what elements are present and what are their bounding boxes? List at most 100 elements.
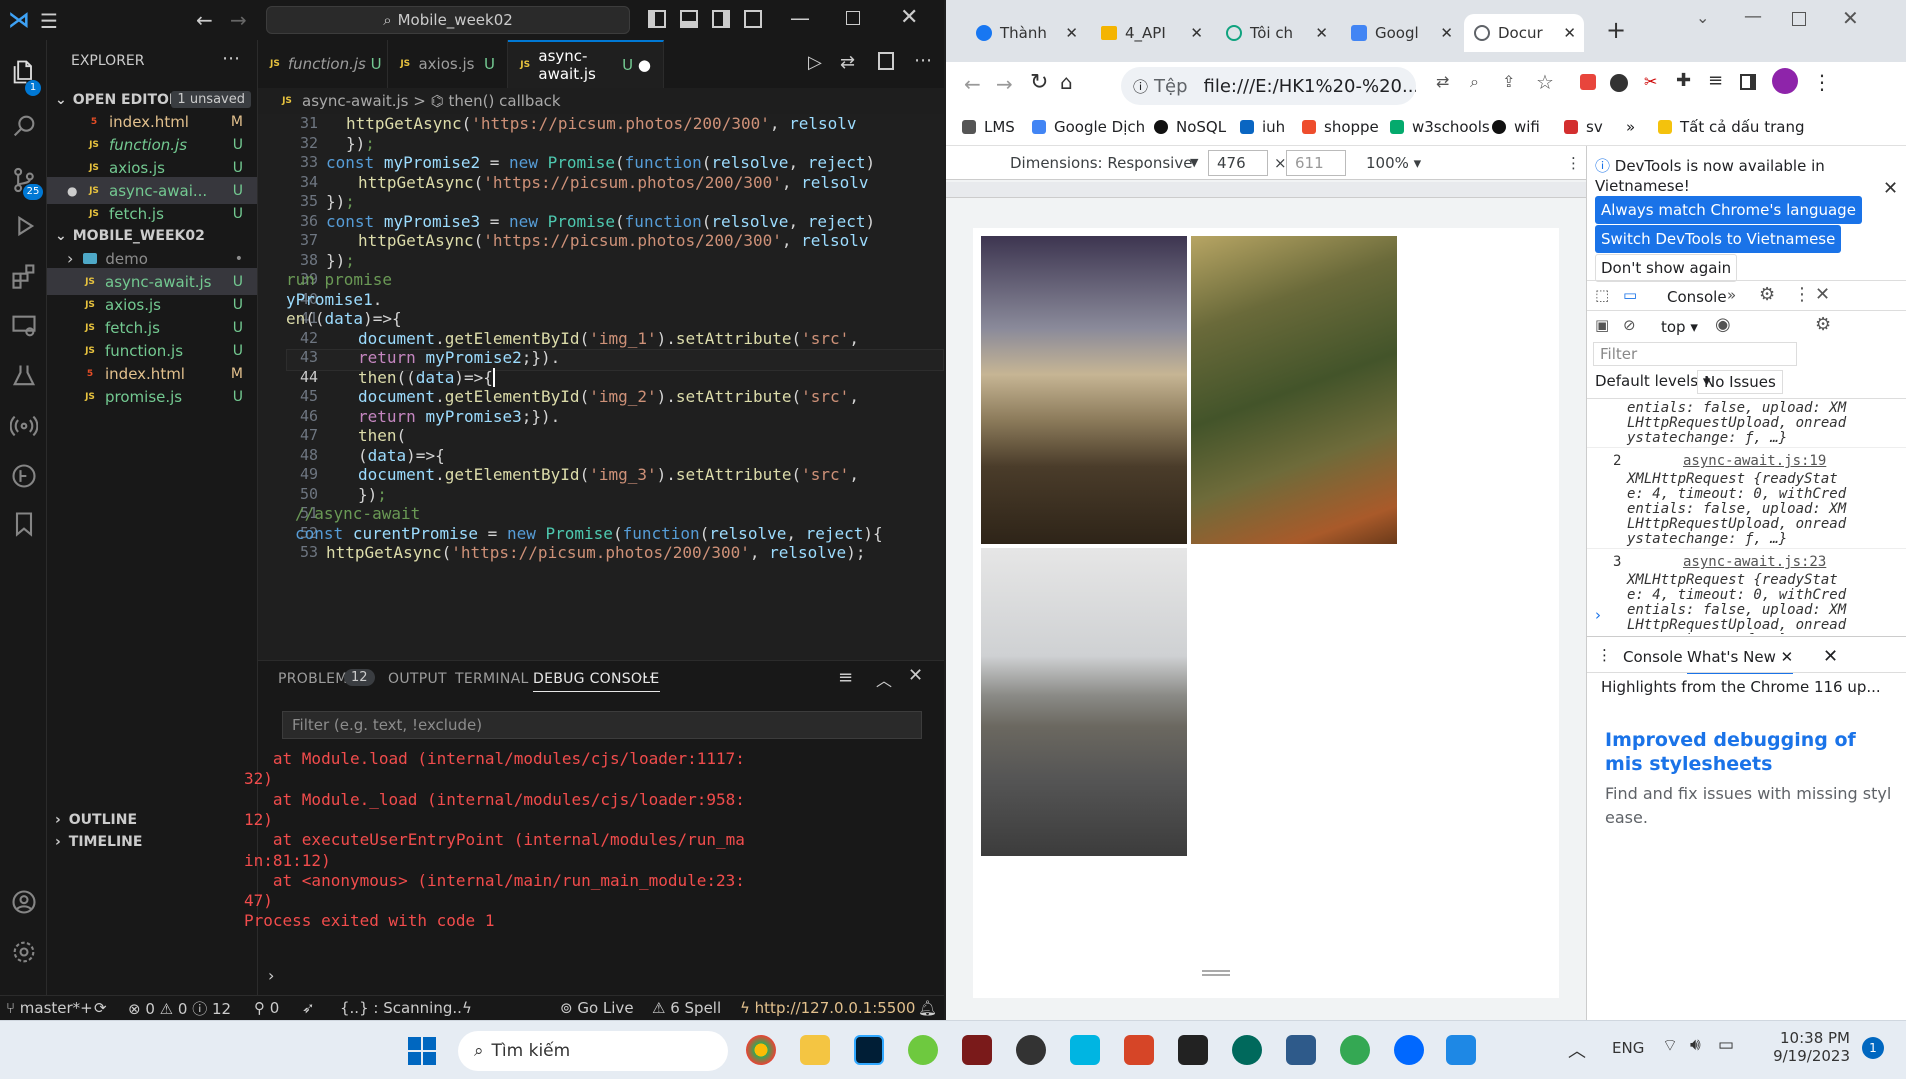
- maximize-panel-icon[interactable]: ︿: [876, 667, 892, 691]
- device-more-icon[interactable]: ⋮: [1566, 154, 1581, 172]
- new-tab-icon[interactable]: +: [1606, 16, 1626, 44]
- extension-2-icon[interactable]: [1610, 74, 1628, 92]
- bookmark-all[interactable]: Tất cả dấu trang: [1658, 118, 1804, 136]
- resize-handle-icon[interactable]: [1202, 970, 1230, 976]
- remote-explorer-icon[interactable]: [0, 304, 47, 348]
- bookmark-iuh[interactable]: iuh: [1240, 118, 1285, 136]
- unsaved-dot-icon[interactable]: ●: [638, 56, 651, 74]
- search-sidebar-icon[interactable]: [0, 104, 47, 148]
- app-hs-icon[interactable]: [1232, 1035, 1262, 1065]
- drawer-whatsnew-tab[interactable]: What's New ✕: [1687, 648, 1794, 674]
- chrome-tab-api[interactable]: 4_API ✕: [1091, 14, 1211, 52]
- language-indicator[interactable]: ENG: [1612, 1039, 1644, 1057]
- chrome-taskbar-icon[interactable]: [746, 1035, 776, 1065]
- close-drawer-icon[interactable]: ✕: [1823, 646, 1838, 667]
- chrome-tab-document[interactable]: Docur ✕: [1464, 14, 1584, 52]
- more-bookmarks-icon[interactable]: »: [1626, 118, 1635, 136]
- maximize-icon[interactable]: [1792, 12, 1806, 26]
- run-debug-icon[interactable]: [0, 204, 47, 248]
- explorer-icon[interactable]: 1: [0, 50, 47, 96]
- garena-icon[interactable]: [1124, 1035, 1154, 1065]
- bookmarks-icon[interactable]: [0, 502, 47, 546]
- maximize-icon[interactable]: [846, 11, 860, 25]
- sidebar-toggle-icon[interactable]: ▣: [1595, 316, 1609, 334]
- menu-kebab-icon[interactable]: ⋮: [1812, 70, 1832, 94]
- bookmark-sv[interactable]: sv: [1564, 118, 1603, 136]
- breadcrumb-symbol[interactable]: then() callback: [449, 92, 561, 110]
- close-tab-icon[interactable]: ✕: [1190, 24, 1203, 42]
- chrome-profile-icon[interactable]: [1340, 1035, 1370, 1065]
- minimize-icon[interactable]: —: [1744, 6, 1762, 27]
- device-toggle-icon[interactable]: ▭: [1623, 286, 1637, 304]
- drawer-menu-icon[interactable]: ⋮: [1597, 646, 1612, 664]
- debug-filter-input[interactable]: Filter (e.g. text, !exclude): [282, 711, 922, 739]
- code-editor[interactable]: 31 32 33 34 35 36 37 38 39 40 41 42 43 44 45 46 47 48 49 50…: [258, 114, 944, 660]
- switch-language-button[interactable]: Switch DevTools to Vietnamese: [1595, 225, 1842, 253]
- minimize-icon[interactable]: —: [790, 6, 810, 30]
- status-ports[interactable]: ⚲ 0: [254, 999, 279, 1017]
- extensions-icon[interactable]: [0, 254, 47, 298]
- settings-gear-icon[interactable]: [0, 930, 47, 974]
- close-icon[interactable]: ✕: [1842, 6, 1859, 30]
- close-notice-icon[interactable]: ✕: [1883, 178, 1898, 199]
- devtools-settings-icon[interactable]: ⚙: [1759, 284, 1775, 305]
- dont-show-button[interactable]: Don't show again: [1595, 254, 1738, 282]
- close-tab-icon[interactable]: ✕: [1315, 24, 1328, 42]
- dimensions-select[interactable]: Dimensions: Responsive: [1010, 154, 1192, 172]
- devtools-close-icon[interactable]: ✕: [1815, 284, 1830, 305]
- context-select[interactable]: top ▾: [1661, 318, 1698, 336]
- taskbar-search[interactable]: ⌕ Tìm kiếm: [458, 1031, 728, 1071]
- log-source-link[interactable]: async-await.js:19: [1683, 453, 1826, 469]
- tab-function-js[interactable]: JS function.js U: [258, 40, 388, 88]
- account-icon[interactable]: [0, 880, 47, 924]
- app-red-icon[interactable]: [962, 1035, 992, 1065]
- more-icon[interactable]: ⋯: [638, 667, 654, 686]
- command-center-search[interactable]: ⌕ Mobile_week02: [266, 6, 630, 34]
- back-icon[interactable]: ←: [196, 8, 213, 32]
- app-blue-icon[interactable]: [1070, 1035, 1100, 1065]
- status-server[interactable]: ϟ http://127.0.0.1:5500: [740, 999, 915, 1017]
- clear-console-icon[interactable]: ⊘: [1623, 316, 1636, 334]
- forward-icon[interactable]: →: [230, 8, 247, 32]
- match-language-button[interactable]: Always match Chrome's language: [1595, 196, 1862, 224]
- status-golive[interactable]: ⊚ Go Live: [560, 999, 634, 1017]
- bookmark-google-dich[interactable]: Google Dịch: [1032, 118, 1145, 136]
- status-branch[interactable]: ⑂ master*+: [6, 999, 93, 1017]
- tab-axios-js[interactable]: JS axios.js U: [388, 40, 508, 88]
- close-tab-icon[interactable]: ✕: [1065, 24, 1078, 42]
- reload-icon[interactable]: ↻: [1030, 70, 1048, 95]
- console-filter-input[interactable]: Filter: [1593, 342, 1797, 366]
- back-icon[interactable]: ←: [964, 72, 981, 96]
- forward-icon[interactable]: →: [996, 72, 1013, 96]
- wifi-icon[interactable]: ⌔: [1662, 1035, 1678, 1056]
- bookmark-nosql[interactable]: NoSQL: [1154, 118, 1226, 136]
- compare-icon[interactable]: ⇄: [840, 52, 855, 73]
- battery-icon[interactable]: ▭: [1718, 1035, 1734, 1055]
- address-bar[interactable]: ⓘ Tệp file:///E:/HK1%20-%20...: [1121, 67, 1416, 105]
- file-explorer-icon[interactable]: [800, 1035, 830, 1065]
- tab-output[interactable]: OUTPUT: [388, 671, 447, 687]
- chrome-tab-facebook[interactable]: Thành ✕: [966, 14, 1086, 52]
- chrome-tab-chatgpt[interactable]: Tôi ch ✕: [1216, 14, 1336, 52]
- bookmark-star-icon[interactable]: ☆: [1536, 70, 1554, 94]
- more-actions-icon[interactable]: ⋯: [222, 48, 240, 69]
- close-tab-icon[interactable]: ✕: [1563, 24, 1576, 42]
- timeline-header[interactable]: › TIMELINE: [47, 828, 257, 855]
- tray-chevron-icon[interactable]: ︿: [1568, 1037, 1586, 1063]
- source-control-icon[interactable]: 25: [0, 158, 47, 202]
- close-panel-icon[interactable]: ✕: [908, 665, 923, 686]
- windows-start-icon[interactable]: [408, 1037, 436, 1065]
- notifications-bell-icon[interactable]: 🔔︎: [918, 999, 937, 1017]
- deploy-icon[interactable]: ➶: [302, 999, 315, 1017]
- close-icon[interactable]: ✕: [900, 5, 918, 30]
- height-input[interactable]: 611: [1286, 150, 1346, 176]
- split-editor-icon[interactable]: [878, 52, 894, 70]
- toggle-secondary-sidebar-icon[interactable]: [712, 10, 730, 28]
- vscode-taskbar-icon[interactable]: [1446, 1035, 1476, 1065]
- share-icon[interactable]: ⇪: [1502, 72, 1515, 91]
- zalo-icon[interactable]: [1394, 1035, 1424, 1065]
- tab-async-await-js[interactable]: JS async-await.js U ●: [508, 40, 664, 88]
- file-item[interactable]: JS promise.js U: [47, 383, 257, 410]
- whatsnew-headline[interactable]: Improved debugging of mis stylesheets: [1605, 728, 1895, 776]
- side-panel-icon[interactable]: [1740, 74, 1756, 90]
